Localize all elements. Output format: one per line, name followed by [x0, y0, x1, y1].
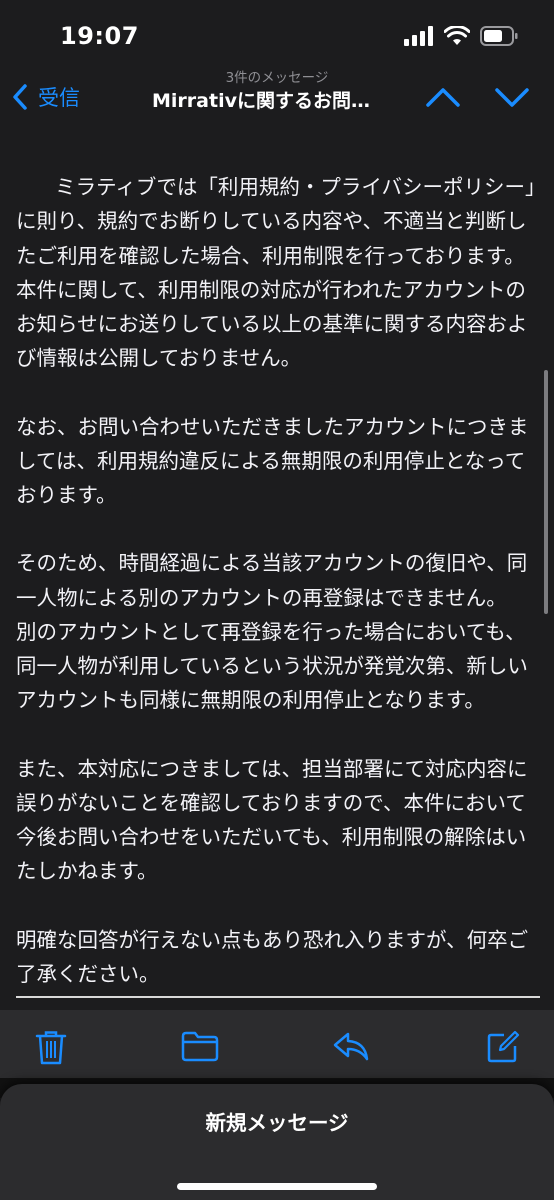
cellular-signal-icon	[404, 26, 434, 50]
trash-icon	[35, 1031, 67, 1065]
mail-screen: 19:07 3件のメッセージ 受信 Mirrativに関するお問… ミラティブで…	[0, 0, 554, 1200]
battery-icon	[480, 26, 518, 50]
new-message-sheet[interactable]: 新規メッセージ	[0, 1084, 554, 1200]
status-bar: 19:07	[0, 0, 554, 70]
status-icons	[404, 25, 518, 50]
delete-button[interactable]	[35, 1030, 67, 1070]
home-indicator[interactable]	[177, 1183, 377, 1190]
message-body[interactable]: ミラティブでは「利用規約・プライバシーポリシー」に則り、規約でお断りしている内容…	[0, 130, 554, 1010]
status-time: 19:07	[60, 22, 139, 50]
message-paragraph: そのため、時間経過による当該アカウントの復旧や、同一人物による別のアカウントの再…	[16, 551, 528, 713]
chevron-up-icon	[426, 88, 460, 107]
bottom-toolbar	[0, 1010, 554, 1088]
message-paragraph: 明確な回答が行えない点もあり恐れ入りますが、何卒ご了承ください。	[16, 927, 529, 986]
reply-button[interactable]	[332, 1030, 370, 1066]
folder-icon	[181, 1031, 219, 1062]
back-label: 受信	[38, 86, 80, 110]
chevron-down-icon	[495, 88, 529, 107]
message-text: ミラティブでは「利用規約・プライバシーポリシー」に則り、規約でお断りしている内容…	[16, 136, 538, 1010]
message-count-subtitle: 3件のメッセージ	[225, 70, 329, 86]
reply-icon	[333, 1032, 369, 1061]
compose-icon	[487, 1030, 520, 1063]
new-message-button[interactable]: 新規メッセージ	[0, 1106, 554, 1136]
thread-title: Mirrativに関するお問…	[152, 90, 370, 112]
compose-button[interactable]	[486, 1030, 520, 1068]
message-paragraph: ミラティブでは「利用規約・プライバシーポリシー」に則り、規約でお断りしている内容…	[16, 175, 536, 371]
message-paragraph: また、本対応につきましては、担当部署にて対応内容に誤りがないことを確認しておりま…	[16, 756, 528, 884]
scroll-indicator[interactable]	[544, 370, 548, 614]
back-to-inbox-button[interactable]: 受信	[12, 82, 80, 112]
move-to-folder-button[interactable]	[181, 1030, 219, 1066]
chevron-left-icon	[13, 84, 27, 110]
message-divider	[16, 996, 540, 998]
previous-message-button[interactable]	[425, 84, 461, 114]
wifi-icon	[443, 25, 471, 50]
next-message-button[interactable]	[494, 84, 530, 114]
navigation-bar: 3件のメッセージ 受信 Mirrativに関するお問…	[0, 62, 554, 130]
message-paragraph: なお、お問い合わせいただきましたアカウントにつきましては、利用規約違反による無期…	[16, 414, 529, 508]
